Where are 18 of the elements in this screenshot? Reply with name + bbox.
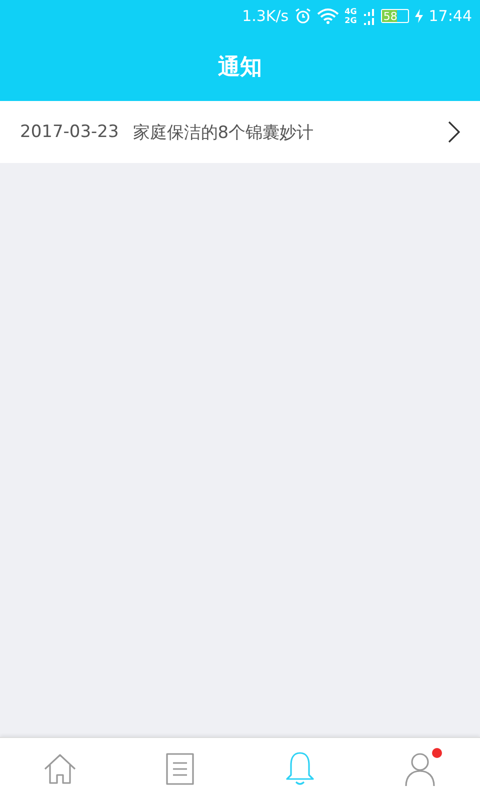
charging-icon — [414, 9, 423, 23]
bell-icon — [284, 751, 316, 787]
battery-icon: 58 — [380, 9, 409, 23]
home-icon — [42, 751, 78, 787]
person-icon — [403, 751, 437, 787]
notification-date: 2017-03-23 — [20, 122, 119, 142]
notification-row[interactable]: 2017-03-23 家庭保洁的8个锦囊妙计 — [0, 101, 480, 163]
network-type: 2G — [344, 16, 357, 25]
notification-title: 家庭保洁的8个锦囊妙计 — [132, 122, 315, 144]
chevron-right-icon — [448, 121, 460, 143]
alarm-icon — [294, 8, 311, 24]
clock-time: 17:44 — [428, 7, 472, 25]
network-type: 4G — [344, 7, 357, 16]
signal-icon — [362, 7, 375, 25]
wifi-icon — [316, 8, 339, 24]
network-speed: 1.3K/s — [242, 7, 289, 25]
page-title: 通知 — [218, 54, 262, 82]
document-icon — [165, 752, 195, 786]
